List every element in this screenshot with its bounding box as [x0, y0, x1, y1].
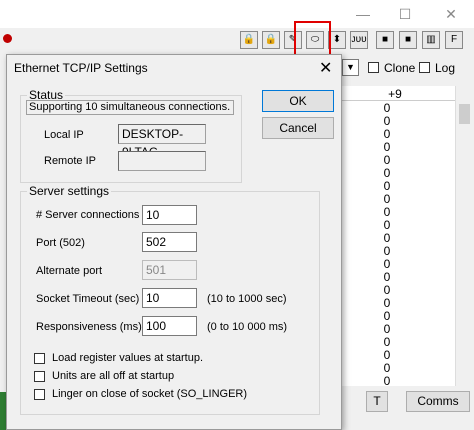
- server-settings-label: Server settings: [27, 184, 112, 198]
- register-grid: [340, 86, 456, 386]
- local-ip-field: DESKTOP-9LTAG: [118, 124, 206, 159]
- ok-button[interactable]: OK: [262, 90, 334, 112]
- minimize-button[interactable]: —: [348, 4, 378, 24]
- clone-label: Clone: [384, 61, 416, 75]
- responsiveness-hint: (0 to 10 000 ms): [207, 321, 288, 333]
- close-window-button[interactable]: ✕: [436, 4, 466, 24]
- vertical-scrollbar[interactable]: [455, 86, 473, 386]
- units-off-label: Units are all off at startup: [52, 370, 175, 382]
- linger-label: Linger on close of socket (SO_LINGER): [52, 388, 248, 400]
- log-checkbox[interactable]: [419, 62, 430, 73]
- stop-icon[interactable]: ■: [376, 31, 394, 49]
- load-registers-label: Load register values at startup.: [52, 352, 204, 364]
- server-connections-input[interactable]: [142, 205, 197, 225]
- dialog-title: Ethernet TCP/IP Settings: [14, 61, 148, 75]
- port-label: Port (502): [36, 237, 85, 249]
- units-off-checkbox[interactable]: [34, 371, 45, 382]
- record-icon[interactable]: [3, 34, 12, 43]
- highlight-box: [294, 21, 331, 57]
- responsiveness-input[interactable]: [142, 316, 197, 336]
- local-ip-label: Local IP: [44, 129, 84, 141]
- maximize-button[interactable]: ☐: [390, 4, 420, 24]
- scrollbar-thumb[interactable]: [459, 104, 470, 124]
- alternate-port-input: [142, 260, 197, 280]
- responsiveness-label: Responsiveness (ms): [36, 321, 142, 333]
- grid-cell: 0: [383, 374, 391, 388]
- linger-checkbox[interactable]: [34, 389, 45, 400]
- form-icon[interactable]: F: [445, 31, 463, 49]
- socket-timeout-input[interactable]: [142, 288, 197, 308]
- waveform-icon[interactable]: ᴊᴜᴜ: [350, 31, 368, 49]
- dropdown-arrow-icon[interactable]: ▼: [342, 59, 359, 76]
- panel-icon[interactable]: ▥: [422, 31, 440, 49]
- clone-checkbox[interactable]: [368, 62, 379, 73]
- monitor-icon[interactable]: ■: [399, 31, 417, 49]
- remote-ip-label: Remote IP: [44, 155, 96, 167]
- log-label: Log: [435, 61, 456, 75]
- socket-timeout-label: Socket Timeout (sec): [36, 293, 140, 305]
- cancel-button[interactable]: Cancel: [262, 117, 334, 139]
- status-message: Supporting 10 simultaneous connections.: [26, 100, 234, 115]
- lock-icon[interactable]: 🔒: [262, 31, 280, 49]
- comms-button[interactable]: Comms: [406, 391, 470, 412]
- port-input[interactable]: [142, 232, 197, 252]
- socket-timeout-hint: (10 to 1000 sec): [207, 293, 287, 305]
- dialog-close-icon[interactable]: ✕: [319, 58, 332, 78]
- alternate-port-label: Alternate port: [36, 265, 103, 277]
- t-button[interactable]: T: [366, 391, 388, 412]
- remote-ip-field: [118, 151, 206, 171]
- server-connections-label: # Server connections: [36, 209, 140, 221]
- load-registers-checkbox[interactable]: [34, 353, 45, 364]
- grid-column-header: +9: [388, 87, 402, 101]
- lock-icon[interactable]: 🔒: [240, 31, 258, 49]
